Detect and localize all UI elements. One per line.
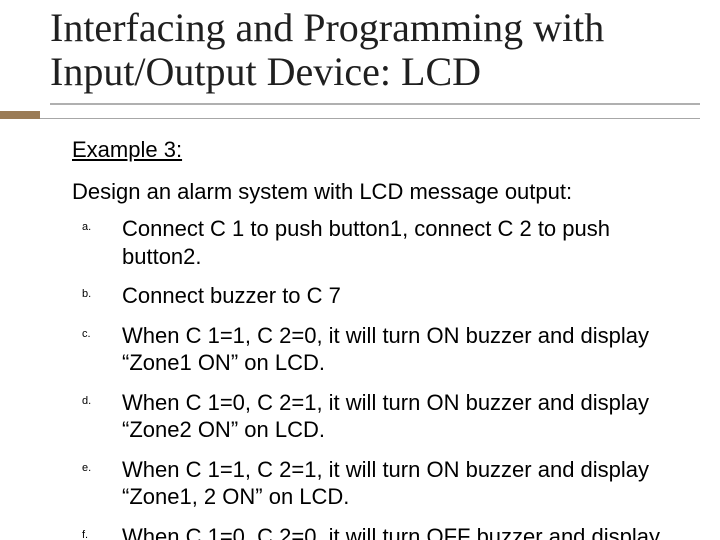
list-marker: a. <box>82 221 91 235</box>
list-text: When C 1=1, C 2=0, it will turn ON buzze… <box>122 323 649 376</box>
list-text: Connect C 1 to push button1, connect C 2… <box>122 216 610 269</box>
steps-list: a. Connect C 1 to push button1, connect … <box>72 215 680 540</box>
list-item: c. When C 1=1, C 2=0, it will turn ON bu… <box>72 322 680 377</box>
list-text: Connect buzzer to C 7 <box>122 283 341 308</box>
slide: Interfacing and Programming with Input/O… <box>0 0 720 540</box>
list-marker: b. <box>82 288 91 302</box>
list-marker: d. <box>82 395 91 409</box>
divider-top <box>50 103 700 105</box>
example-heading: Example 3: <box>72 136 680 164</box>
list-marker: f. <box>82 529 88 540</box>
divider-thin <box>40 118 700 119</box>
list-item: d. When C 1=0, C 2=1, it will turn ON bu… <box>72 389 680 444</box>
slide-title: Interfacing and Programming with Input/O… <box>50 6 690 94</box>
list-item: e. When C 1=1, C 2=1, it will turn ON bu… <box>72 456 680 511</box>
list-item: a. Connect C 1 to push button1, connect … <box>72 215 680 270</box>
lead-text: Design an alarm system with LCD message … <box>72 178 680 206</box>
list-text: When C 1=1, C 2=1, it will turn ON buzze… <box>122 457 649 510</box>
list-item: f. When C 1=0, C 2=0, it will turn OFF b… <box>72 523 680 540</box>
list-marker: e. <box>82 462 91 476</box>
list-marker: c. <box>82 328 91 342</box>
slide-body: Example 3: Design an alarm system with L… <box>72 136 680 540</box>
list-text: When C 1=0, C 2=0, it will turn OFF buzz… <box>122 524 660 540</box>
list-text: When C 1=0, C 2=1, it will turn ON buzze… <box>122 390 649 443</box>
list-item: b. Connect buzzer to C 7 <box>72 282 680 310</box>
accent-chip <box>0 111 40 119</box>
